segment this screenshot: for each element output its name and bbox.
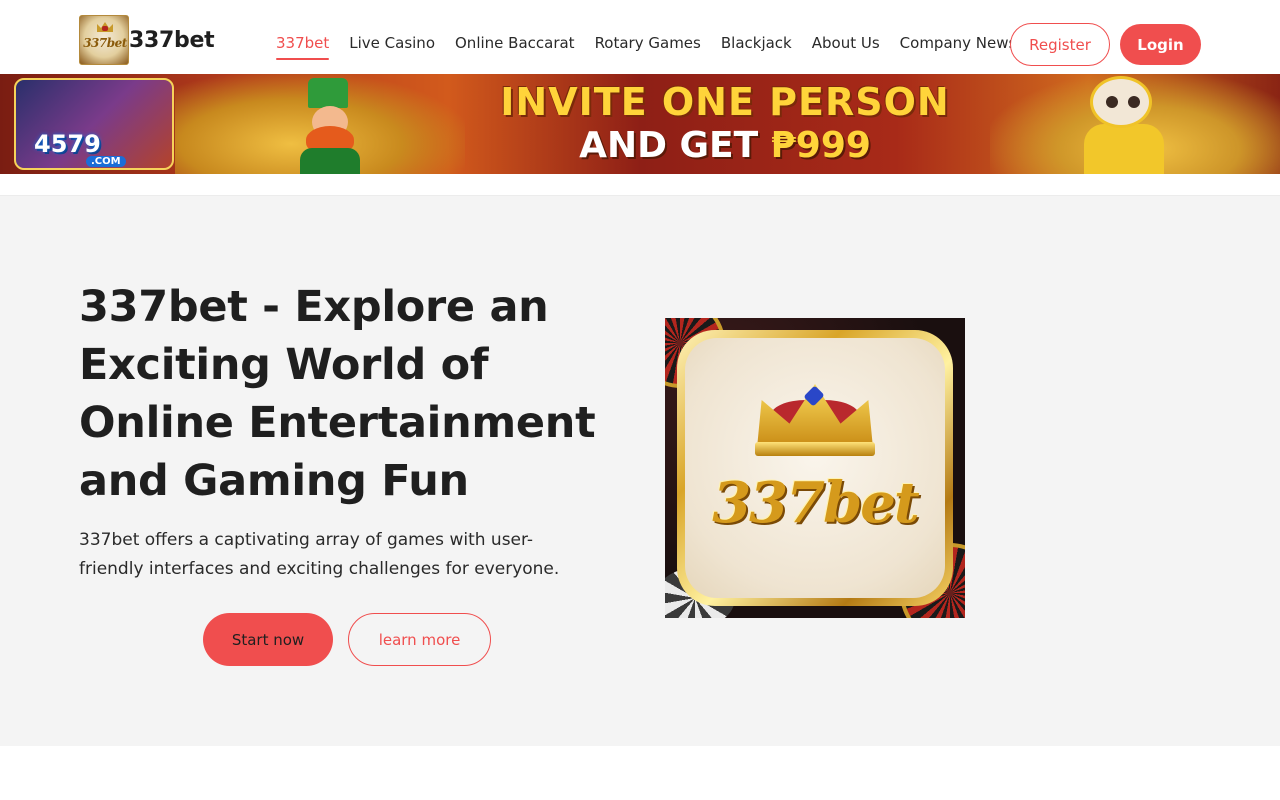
site-badge-number: 4579 [34,130,101,158]
panda-illustration [1070,76,1180,174]
nav-item-337bet[interactable]: 337bet [276,34,330,60]
login-button[interactable]: Login [1120,24,1201,65]
hero-description: 337bet offers a captivating array of gam… [79,530,560,579]
brand-name[interactable]: 337bet [129,28,215,53]
nav-item-about-us[interactable]: About Us [812,34,880,60]
site-badge: 4579 .COM [14,78,174,170]
divider-strip [0,174,1280,196]
page-bottom [0,746,1280,800]
main-nav: 337bet Live Casino Online Baccarat Rotar… [276,34,1036,60]
register-button[interactable]: Register [1010,23,1110,66]
leprechaun-illustration [270,78,390,174]
nav-item-live-casino[interactable]: Live Casino [349,34,435,60]
brand[interactable]: 337bet 337bet [79,15,215,65]
nav-item-company-news[interactable]: Company News [900,34,1017,60]
site-badge-suffix: .COM [86,156,126,167]
site-header: 337bet 337bet 337bet Live Casino Online … [0,0,1280,74]
start-now-button[interactable]: Start now [203,613,333,666]
nav-item-blackjack[interactable]: Blackjack [721,34,792,60]
brand-logo-text: 337bet [83,36,127,50]
nav-item-online-baccarat[interactable]: Online Baccarat [455,34,575,60]
hero-section: 337bet - Explore an Exciting World of On… [0,196,1280,746]
promo-banner[interactable]: 4579 .COM INVITE ONE PERSON AND GET ₱999 [0,74,1280,174]
hero-logo-image: 337bet [665,318,965,618]
app-icon-frame: 337bet [677,330,953,606]
crown-band [755,442,875,456]
banner-amount: ₱999 [770,125,871,166]
banner-line-1: INVITE ONE PERSON [500,80,950,124]
banner-slogan: INVITE ONE PERSON AND GET ₱999 [470,80,980,168]
learn-more-button[interactable]: learn more [348,613,491,666]
brand-logo[interactable]: 337bet [79,15,129,65]
banner-line-2-prefix: AND GET [579,125,771,166]
hero-image-logo-text: 337bet [712,470,920,536]
hero-title: 337bet - Explore an Exciting World of On… [79,282,596,506]
banner-line-2: AND GET ₱999 [470,124,980,168]
nav-item-rotary-games[interactable]: Rotary Games [595,34,701,60]
gem-icon [102,26,108,31]
